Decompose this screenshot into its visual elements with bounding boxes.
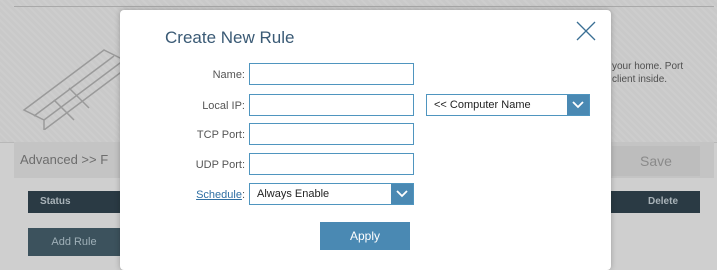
table-header-status: Status <box>40 196 71 207</box>
close-icon[interactable] <box>575 20 597 42</box>
description-line-2: client inside. <box>612 74 668 85</box>
schedule-link[interactable]: Schedule <box>196 189 242 201</box>
table-header-delete: Delete <box>648 196 679 207</box>
name-label: Name: <box>212 69 245 81</box>
create-rule-dialog: Create New Rule Name: Local IP: << Compu… <box>120 10 611 270</box>
schedule-label: Schedule: <box>196 189 245 201</box>
schedule-value: Always Enable <box>257 188 330 200</box>
port-forwarding-illustration <box>22 49 126 130</box>
description-line-1: your home. Port <box>612 61 684 72</box>
schedule-label-colon: : <box>241 189 245 201</box>
chevron-down-icon <box>391 184 413 204</box>
add-rule-button: Add Rule <box>28 228 120 256</box>
computer-name-select[interactable]: << Computer Name <box>426 94 590 116</box>
local-ip-input[interactable] <box>249 94 414 116</box>
local-ip-label: Local IP: <box>202 100 245 112</box>
save-button: Save <box>612 146 700 176</box>
udp-port-label: UDP Port: <box>195 159 245 171</box>
chevron-down-icon <box>567 95 589 115</box>
schedule-select[interactable]: Always Enable <box>249 183 414 205</box>
tcp-port-input[interactable] <box>249 123 414 145</box>
udp-port-input[interactable] <box>249 153 414 175</box>
apply-button[interactable]: Apply <box>320 222 410 250</box>
dialog-title: Create New Rule <box>165 28 295 47</box>
background-description: your home. Port client inside. <box>612 60 712 86</box>
breadcrumb: Advanced >> F <box>20 152 109 167</box>
banner-divider <box>14 6 714 7</box>
name-input[interactable] <box>249 63 414 85</box>
computer-name-value: << Computer Name <box>434 99 531 111</box>
tcp-port-label: TCP Port: <box>196 129 245 141</box>
